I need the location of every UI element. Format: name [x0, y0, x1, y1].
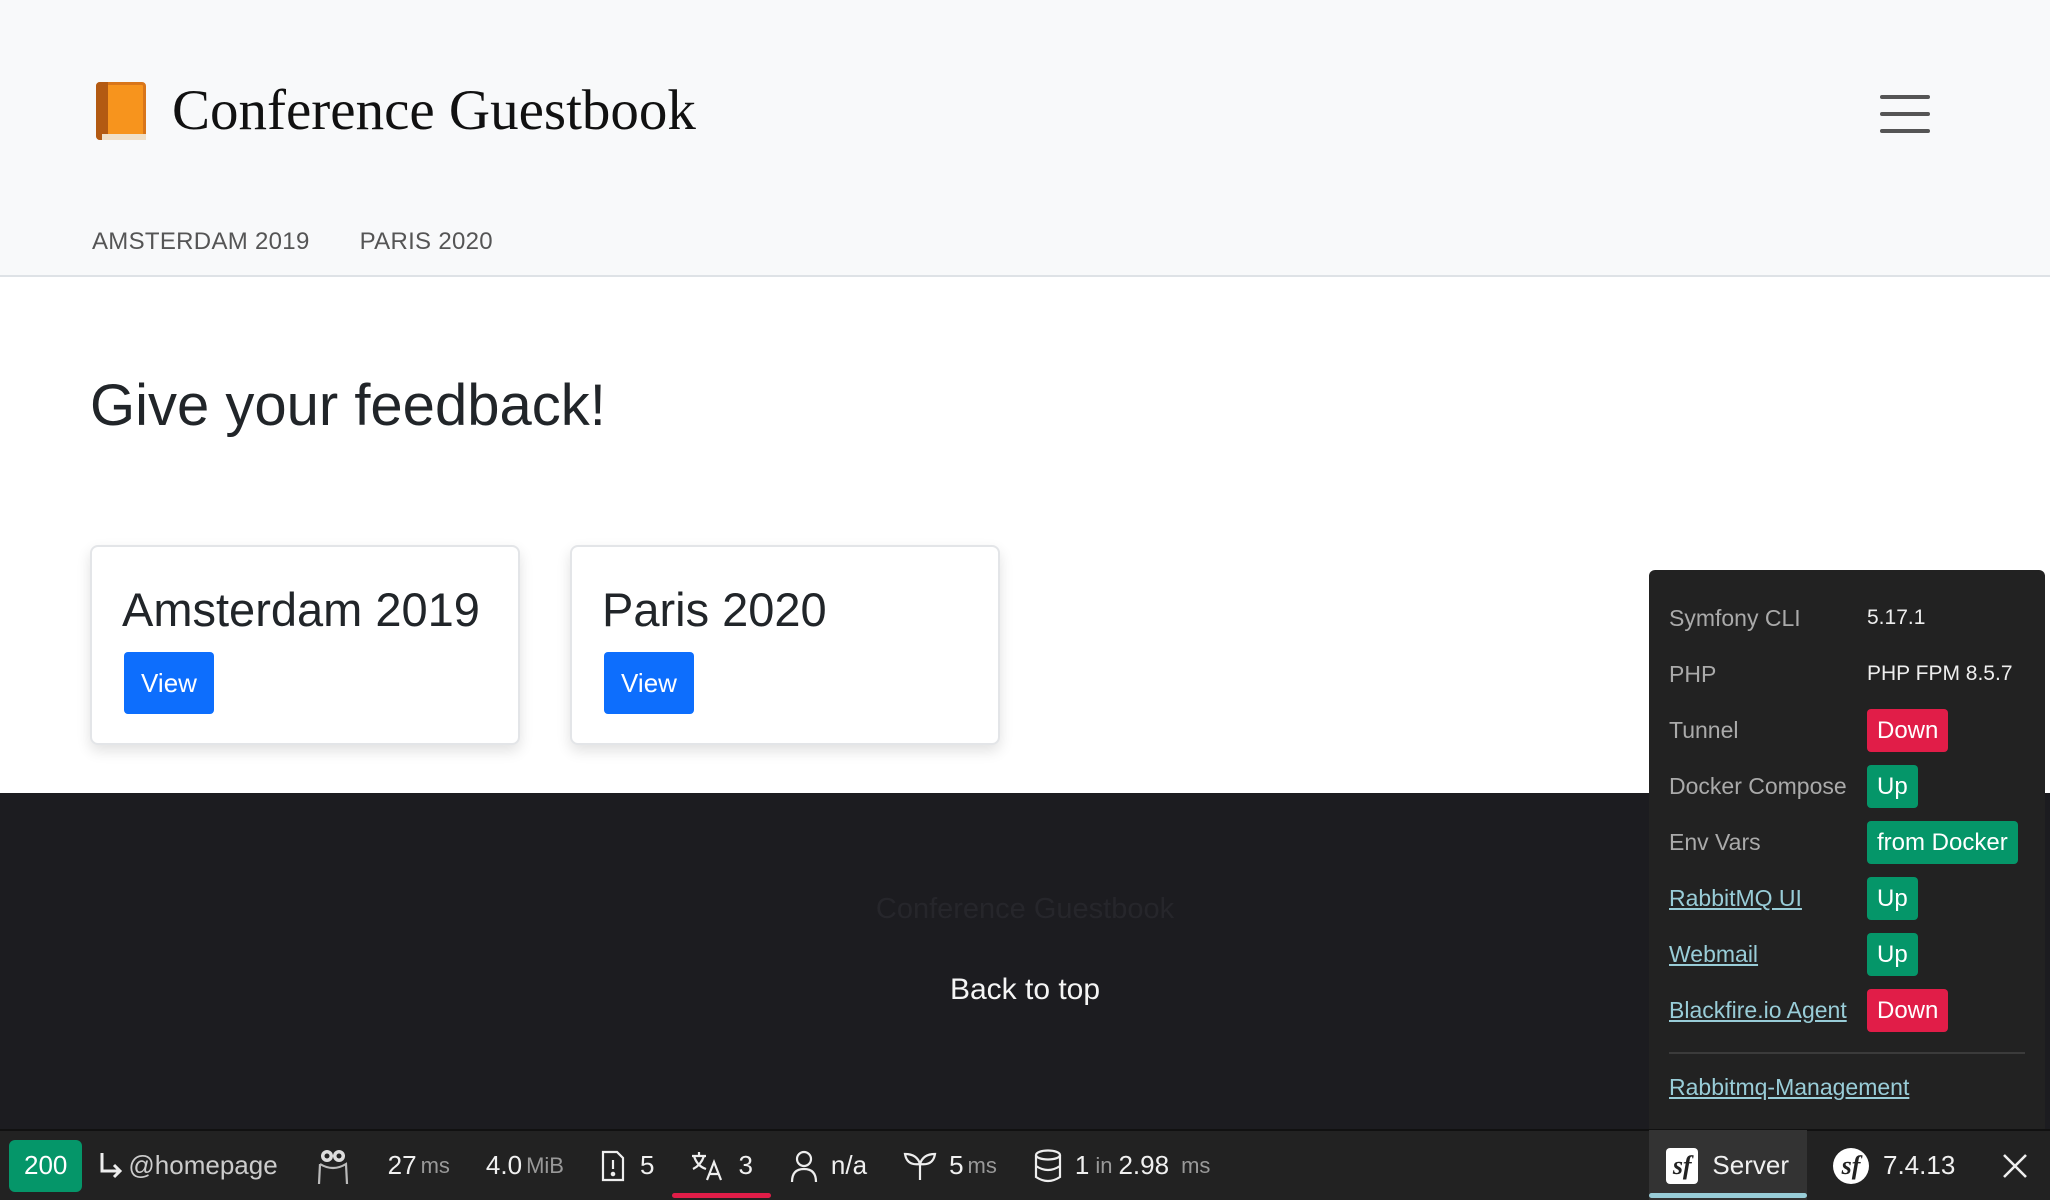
panel-row: Docker Compose Up — [1669, 758, 2025, 814]
symfony-logo-icon: sf — [1833, 1147, 1869, 1184]
memory-unit: MiB — [526, 1152, 564, 1178]
menu-toggle-button[interactable] — [1880, 95, 1930, 135]
book-icon — [92, 80, 148, 142]
row-label: Tunnel — [1669, 716, 1739, 743]
route-item[interactable]: @homepage — [82, 1130, 295, 1200]
page-title: Give your feedback! — [90, 373, 606, 438]
close-icon — [2003, 1153, 2027, 1178]
brand-title: Conference Guestbook — [172, 79, 696, 142]
status-badge: from Docker — [1867, 820, 2018, 864]
logs-item[interactable]: 5 — [582, 1130, 672, 1200]
panel-row: Symfony CLI 5.17.1 — [1669, 590, 2025, 646]
db-in-label: in — [1095, 1152, 1113, 1178]
status-badge: Up — [1867, 876, 1918, 920]
memory-item[interactable]: 4.0 MiB — [468, 1130, 582, 1200]
rabbitmq-management-link[interactable]: Rabbitmq-Management — [1669, 1064, 2025, 1101]
panel-row: PHP PHP FPM 8.5.7 — [1669, 646, 2025, 702]
card-title: Paris 2020 — [602, 583, 827, 636]
panel-row: Blackfire.io Agent Down — [1669, 982, 2025, 1038]
status-badge: Up — [1867, 764, 1918, 808]
conference-card: Paris 2020 View — [570, 545, 1000, 745]
conference-nav: AMSTERDAM 2019 PARIS 2020 — [92, 228, 493, 256]
row-label: PHP — [1669, 660, 1717, 687]
row-value: PHP FPM 8.5.7 — [1867, 662, 2013, 685]
close-toolbar-button[interactable] — [1983, 1130, 2047, 1200]
ghost-item[interactable] — [296, 1130, 370, 1200]
user-value: n/a — [830, 1150, 868, 1180]
twig-unit: ms — [967, 1152, 997, 1178]
symfony-version-item[interactable]: sf 7.4.13 — [1815, 1130, 1973, 1200]
row-label: Docker Compose — [1669, 772, 1847, 799]
status-badge: Down — [1867, 708, 1949, 752]
server-info-panel: Symfony CLI 5.17.1 PHP PHP FPM 8.5.7 Tun… — [1649, 570, 2045, 1129]
view-button[interactable]: View — [604, 652, 694, 714]
row-value: 5.17.1 — [1867, 606, 1926, 629]
nav-link-paris-2020[interactable]: PARIS 2020 — [360, 228, 493, 256]
view-button[interactable]: View — [124, 652, 214, 714]
time-value: 27 — [387, 1150, 417, 1180]
db-unit: ms — [1181, 1152, 1211, 1178]
symfony-logo-icon: sf — [1666, 1147, 1699, 1184]
return-arrow-icon — [100, 1152, 123, 1178]
navbar: Conference Guestbook AMSTERDAM 2019 PARI… — [0, 0, 2050, 277]
time-unit: ms — [420, 1152, 450, 1178]
ghost-icon — [317, 1149, 348, 1184]
conference-card: Amsterdam 2019 View — [90, 545, 520, 745]
log-file-icon — [601, 1150, 625, 1181]
status-badge: Down — [1867, 988, 1949, 1032]
panel-row: RabbitMQ UI Up — [1669, 870, 2025, 926]
panel-row: Env Vars from Docker — [1669, 814, 2025, 870]
twig-value: 5 — [949, 1150, 964, 1180]
panel-divider — [1669, 1052, 2025, 1054]
translations-count: 3 — [738, 1150, 753, 1180]
security-item[interactable]: n/a — [771, 1130, 885, 1200]
panel-row: Tunnel Down — [1669, 702, 2025, 758]
card-title: Amsterdam 2019 — [122, 583, 480, 636]
translate-icon — [692, 1151, 723, 1180]
database-item[interactable]: 1 in 2.98 ms — [1015, 1130, 1229, 1200]
server-label: Server — [1712, 1150, 1789, 1180]
time-item[interactable]: 27 ms — [370, 1130, 468, 1200]
user-icon — [790, 1150, 818, 1182]
server-active-underline — [1649, 1193, 1807, 1198]
database-icon — [1034, 1148, 1061, 1182]
blackfire-agent-link[interactable]: Blackfire.io Agent — [1669, 997, 1867, 1024]
twig-leaf-icon — [903, 1152, 937, 1180]
debug-toolbar: 200 @homepage 27 ms 4.0 MiB 5 3 n/a 5 ms… — [0, 1129, 2050, 1200]
brand-link[interactable]: Conference Guestbook — [92, 78, 696, 143]
nav-link-amsterdam-2019[interactable]: AMSTERDAM 2019 — [92, 228, 310, 256]
webmail-link[interactable]: Webmail — [1669, 941, 1867, 968]
logs-count: 5 — [639, 1150, 655, 1180]
translation-item[interactable]: 3 — [672, 1130, 771, 1200]
memory-value: 4.0 — [485, 1150, 523, 1180]
symfony-version: 7.4.13 — [1883, 1150, 1956, 1180]
twig-item[interactable]: 5 ms — [885, 1130, 1015, 1200]
rabbitmq-ui-link[interactable]: RabbitMQ UI — [1669, 885, 1867, 912]
row-label: Symfony CLI — [1669, 604, 1801, 631]
status-code-badge[interactable]: 200 — [9, 1139, 83, 1192]
db-time: 2.98 — [1118, 1150, 1170, 1180]
server-item[interactable]: sf Server — [1649, 1130, 1807, 1200]
status-badge: Up — [1867, 932, 1918, 976]
row-label: Env Vars — [1669, 828, 1761, 855]
translation-warning-underline — [672, 1193, 771, 1198]
route-name: @homepage — [128, 1150, 278, 1180]
db-query-count: 1 — [1074, 1150, 1090, 1180]
panel-row: Webmail Up — [1669, 926, 2025, 982]
